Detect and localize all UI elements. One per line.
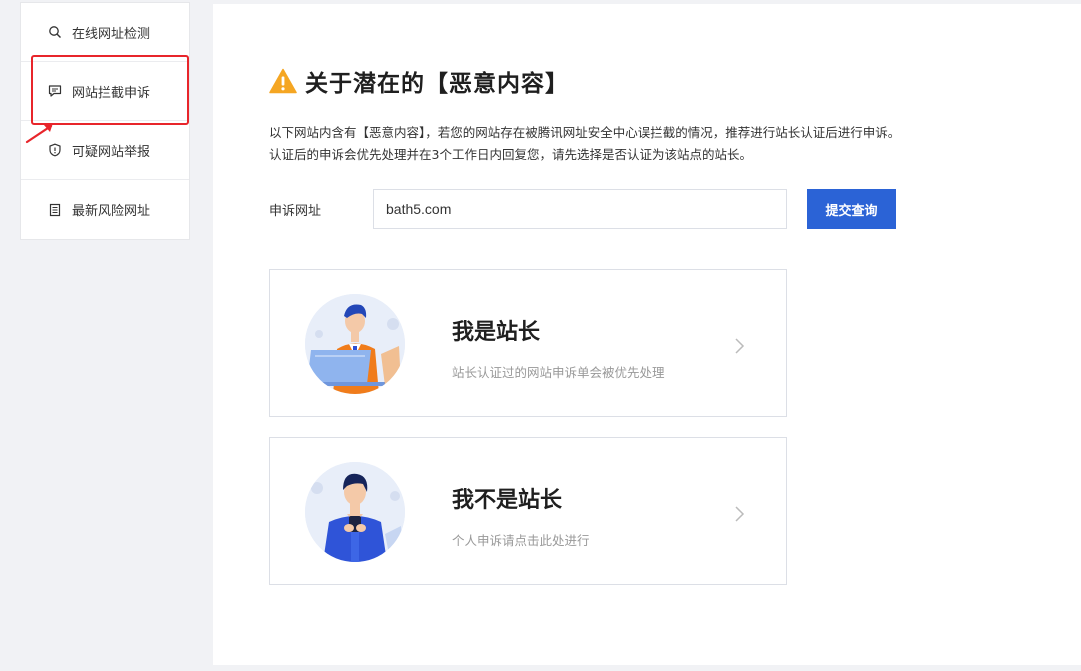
sidebar-item-latest-risk[interactable]: 最新风险网址: [21, 180, 189, 239]
appeal-url-input[interactable]: [373, 189, 787, 229]
main-panel: 关于潜在的【恶意内容】 以下网站内含有【恶意内容】，若您的网站存在被腾讯网址安全…: [213, 4, 1081, 665]
chevron-right-icon: [735, 506, 745, 522]
non-webmaster-avatar: [305, 462, 405, 562]
page-title-row: 关于潜在的【恶意内容】: [269, 64, 569, 98]
annotation-highlight-box: [31, 55, 189, 125]
non-webmaster-option-card[interactable]: 我不是站长 个人申诉请点击此处进行: [269, 437, 787, 585]
sidebar-item-label: 可疑网站举报: [72, 144, 151, 160]
document-icon: [48, 203, 62, 217]
annotation-arrow-icon: [25, 123, 53, 144]
submit-query-button[interactable]: 提交查询: [807, 189, 896, 229]
description-text: 以下网站内含有【恶意内容】，若您的网站存在被腾讯网址安全中心误拦截的情况，推荐进…: [269, 122, 1029, 166]
warning-icon: [269, 68, 297, 94]
sidebar-item-label: 最新风险网址: [72, 204, 151, 219]
description-line: 以下网站内含有【恶意内容】，若您的网站存在被腾讯网址安全中心误拦截的情况，推荐进…: [269, 125, 901, 140]
card-subtitle: 个人申诉请点击此处进行: [452, 533, 590, 548]
search-icon: [48, 25, 62, 39]
webmaster-option-card[interactable]: 我是站长 站长认证过的网站申诉单会被优先处理: [269, 269, 787, 417]
sidebar-item-label: 在线网址检测: [72, 26, 151, 42]
card-title: 我是站长: [452, 320, 541, 345]
card-title: 我不是站长: [452, 488, 563, 513]
appeal-form: 申诉网址 提交查询: [269, 189, 896, 229]
description-line: 认证后的申诉会优先处理并在3个工作日内回复您，请先选择是否认证为该站点的站长。: [269, 147, 752, 162]
sidebar-item-url-check[interactable]: 在线网址检测: [21, 3, 189, 62]
card-subtitle: 站长认证过的网站申诉单会被优先处理: [452, 365, 665, 380]
webmaster-avatar: [305, 294, 405, 394]
chevron-right-icon: [735, 338, 745, 354]
url-field-label: 申诉网址: [269, 203, 322, 219]
page-title: 关于潜在的【恶意内容】: [305, 71, 569, 97]
